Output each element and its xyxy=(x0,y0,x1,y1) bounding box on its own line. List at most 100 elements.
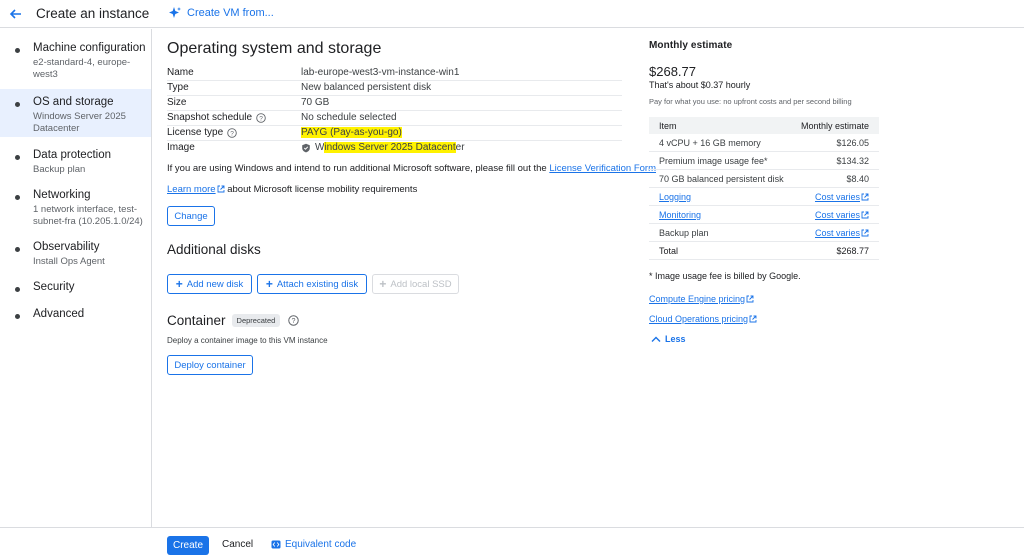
detail-key: Image xyxy=(167,142,195,153)
estimate-cost: $126.05 xyxy=(836,138,869,148)
top-bar: Create an instance Create VM from... xyxy=(0,0,1024,28)
estimate-item: 4 vCPU + 16 GB memory xyxy=(659,138,761,148)
estimate-total-value: $268.77 xyxy=(836,246,869,256)
bottom-action-bar: Create Cancel Equivalent code xyxy=(0,527,1024,559)
add-local-ssd-label: Add local SSD xyxy=(390,278,452,290)
external-link-icon xyxy=(749,315,757,323)
external-link-icon xyxy=(217,185,225,193)
sidebar-item-security[interactable]: Security xyxy=(0,280,151,298)
sidebar-item-sub: Windows Server 2025 Datacenter xyxy=(33,111,126,134)
estimate-note: Pay for what you use: no upfront costs a… xyxy=(649,97,852,106)
create-button[interactable]: Create xyxy=(167,536,209,555)
sidebar-item-sub: Install Ops Agent xyxy=(33,256,105,267)
cost-varies-link[interactable]: Cost varies xyxy=(815,192,869,202)
back-arrow-icon[interactable] xyxy=(8,6,24,22)
detail-key-wrap: License type ? xyxy=(167,127,237,138)
estimate-cost: $134.32 xyxy=(836,156,869,166)
detail-row-license: License type ? PAYG (Pay-as-you-go) xyxy=(167,126,622,141)
container-description: Deploy a container image to this VM inst… xyxy=(167,336,328,345)
cost-varies-text: Cost varies xyxy=(814,192,860,202)
detail-value: 70 GB xyxy=(301,97,330,108)
learn-more-line: Learn more about Microsoft license mobil… xyxy=(167,184,417,195)
detail-key: Snapshot schedule xyxy=(167,112,253,123)
estimate-footnote: * Image usage fee is billed by Google. xyxy=(649,271,801,281)
additional-disks-title: Additional disks xyxy=(167,242,261,257)
svg-text:?: ? xyxy=(259,115,263,122)
windows-note-text: If you are using Windows and intend to r… xyxy=(167,163,547,174)
estimate-row: 70 GB balanced persistent disk $8.40 xyxy=(649,170,879,188)
learn-more-link[interactable]: Learn more xyxy=(167,184,216,195)
help-icon[interactable]: ? xyxy=(256,112,266,123)
change-button[interactable]: Change xyxy=(167,206,215,226)
detail-value-wrap: Windows Server 2025 Datacenter xyxy=(301,142,465,153)
estimate-hourly: That's about $0.37 hourly xyxy=(649,80,751,90)
column-header-estimate: Monthly estimate xyxy=(800,121,869,131)
detail-row-size: Size 70 GB xyxy=(167,96,622,111)
monthly-estimate-panel: Monthly estimate $268.77 That's about $0… xyxy=(649,40,879,106)
sparkle-icon xyxy=(169,7,181,18)
estimate-row: Premium image usage fee* $134.32 xyxy=(649,152,879,170)
add-new-disk-button[interactable]: + Add new disk xyxy=(167,274,252,294)
attach-existing-disk-label: Attach existing disk xyxy=(276,278,359,290)
cost-varies-link[interactable]: Cost varies xyxy=(815,210,869,220)
sidebar: Machine configuration e2-standard-4, eur… xyxy=(0,29,152,527)
estimate-row-backup: Backup plan Cost varies xyxy=(649,224,879,242)
sidebar-item-sub: e2-standard-4, europe-west3 xyxy=(33,57,131,80)
help-icon[interactable]: ? xyxy=(227,127,237,138)
detail-value-wrap: PAYG (Pay-as-you-go) xyxy=(301,127,402,138)
detail-row-name: Name lab-europe-west3-vm-instance-win1 xyxy=(167,66,622,81)
sidebar-item-observability[interactable]: Observability Install Ops Agent xyxy=(0,240,151,274)
monitoring-link[interactable]: Monitoring xyxy=(659,210,701,220)
logging-link[interactable]: Logging xyxy=(659,192,691,202)
bullet-icon xyxy=(15,195,20,200)
create-vm-from-button[interactable]: Create VM from... xyxy=(168,6,274,20)
plus-icon: + xyxy=(379,277,387,291)
change-button-label: Change xyxy=(174,210,208,222)
deprecated-badge: Deprecated xyxy=(231,314,281,327)
cloud-operations-pricing-link[interactable]: Cloud Operations pricing xyxy=(649,314,748,324)
plus-icon: + xyxy=(175,277,183,291)
container-title: Container xyxy=(167,313,226,328)
learn-more-text: about Microsoft license mobility require… xyxy=(227,184,418,195)
bullet-icon xyxy=(15,48,20,53)
help-icon[interactable]: ? xyxy=(288,315,300,326)
license-verification-link[interactable]: License Verification Form xyxy=(549,163,656,174)
sidebar-item-os-and-storage[interactable]: OS and storage Windows Server 2025 Datac… xyxy=(0,89,151,137)
equivalent-code-label: Equivalent code xyxy=(285,539,357,550)
estimate-item: 70 GB balanced persistent disk xyxy=(659,174,784,184)
attach-existing-disk-button[interactable]: + Attach existing disk xyxy=(257,274,367,294)
sidebar-item-networking[interactable]: Networking 1 network interface, test-sub… xyxy=(0,188,151,232)
compute-engine-pricing-link[interactable]: Compute Engine pricing xyxy=(649,294,745,304)
sidebar-item-sub: 1 network interface, test-subnet-fra (10… xyxy=(33,204,143,227)
sidebar-item-advanced[interactable]: Advanced xyxy=(0,307,151,325)
add-new-disk-label: Add new disk xyxy=(186,278,244,290)
estimate-title: Monthly estimate xyxy=(649,40,733,51)
page-title: Create an instance xyxy=(36,6,150,21)
windows-note: If you are using Windows and intend to r… xyxy=(167,163,656,174)
less-toggle[interactable]: Less xyxy=(651,334,686,344)
svg-text:?: ? xyxy=(230,130,234,137)
detail-key-wrap: Snapshot schedule ? xyxy=(167,112,266,123)
detail-value: PAYG (Pay-as-you-go) xyxy=(301,127,402,138)
detail-row-type: Type New balanced persistent disk xyxy=(167,81,622,96)
less-label: Less xyxy=(665,334,686,344)
estimate-item: Premium image usage fee* xyxy=(659,156,768,166)
compute-engine-pricing-line: Compute Engine pricing xyxy=(649,294,754,304)
bullet-icon xyxy=(15,314,20,319)
cost-varies-text: Cost varies xyxy=(814,210,860,220)
sidebar-item-label: Observability xyxy=(33,241,100,253)
cost-varies-link[interactable]: Cost varies xyxy=(815,228,869,238)
sidebar-item-label: OS and storage xyxy=(33,96,114,108)
cancel-button[interactable]: Cancel xyxy=(222,539,253,550)
estimate-total-label: Total xyxy=(659,246,679,256)
detail-value: New balanced persistent disk xyxy=(301,82,432,93)
deploy-container-button[interactable]: Deploy container xyxy=(167,355,253,375)
external-link-icon xyxy=(861,211,869,219)
sidebar-item-data-protection[interactable]: Data protection Backup plan xyxy=(0,148,151,182)
sidebar-item-label: Machine configuration xyxy=(33,42,146,54)
detail-key: Size xyxy=(167,97,187,108)
column-header-item: Item xyxy=(659,121,677,131)
external-link-icon xyxy=(746,295,754,303)
equivalent-code-button[interactable]: Equivalent code xyxy=(271,539,356,550)
sidebar-item-machine-configuration[interactable]: Machine configuration e2-standard-4, eur… xyxy=(0,41,151,85)
